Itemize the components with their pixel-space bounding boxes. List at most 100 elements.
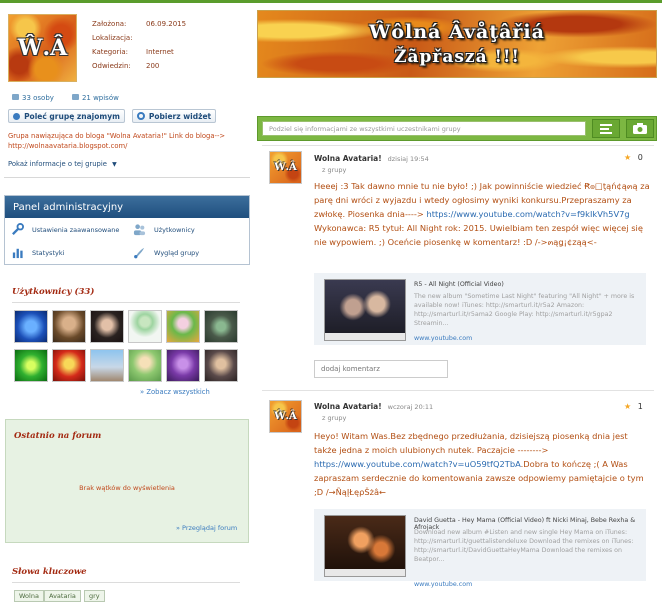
user-avatar[interactable] (204, 349, 238, 382)
admin-users[interactable]: Użytkownicy (127, 218, 249, 241)
admin-appearance-label: Wygląd grupy (154, 248, 200, 257)
user-avatar[interactable] (90, 310, 124, 343)
show-info-toggle[interactable]: Pokaż informacje o tej grupie ▼ (8, 160, 117, 168)
attach-list-button[interactable] (592, 119, 620, 138)
user-avatar[interactable] (128, 310, 162, 343)
post-rating[interactable]: ★ 0 (624, 153, 643, 162)
users-icon (133, 224, 146, 236)
admin-advanced-settings-label: Ustawienia zaawansowane (32, 225, 120, 234)
group-info: Założona: 06.09.2015 Lokalizacja: Kategor… (92, 17, 252, 73)
user-avatar[interactable] (166, 349, 200, 382)
post-rating[interactable]: ★ 1 (624, 402, 643, 411)
post-author-name: Wolna Avataria! (314, 402, 382, 411)
divider (262, 390, 654, 391)
forum-section-title: Ostatnio na forum (14, 431, 102, 441)
post-rating-count: 1 (637, 402, 643, 411)
admin-statistics-label: Statystyki (32, 248, 65, 257)
group-banner: Ŵôlná Âvåţâřiá Žãpřaszá !!! (257, 10, 657, 78)
banner-title-line1: Ŵôlná Âvåţâřiá (369, 21, 545, 43)
see-all-users-link[interactable]: » Zobacz wszystkich (140, 388, 210, 396)
recommend-group-button[interactable]: Poleć grupę znajomym (8, 109, 125, 123)
video-description: The new album "Sometime Last Night" feat… (414, 293, 635, 327)
keyword-tag[interactable]: gry (84, 590, 105, 602)
group-avatar-text: Ŵ.Â (17, 35, 68, 61)
video-title[interactable]: R5 - All Night (Official Video) (414, 281, 504, 288)
show-info-label: Pokaż informacje o tej grupie (8, 160, 107, 168)
wrench-icon (12, 223, 24, 235)
admin-panel-title: Panel administracyjny (5, 196, 249, 218)
browse-forum-link[interactable]: » Przeglądaj forum (176, 524, 237, 532)
group-description-text: Grupa nawiązująca do bloga "Wolna Avatar… (8, 132, 226, 140)
user-avatar[interactable] (14, 349, 48, 382)
post-author-avatar[interactable]: Ŵ.Â (269, 400, 302, 433)
post-group-label: z grupy (322, 166, 347, 174)
video-source[interactable]: www.youtube.com (414, 335, 472, 342)
admin-statistics[interactable]: Statystyki (5, 241, 127, 264)
bar-chart-icon (12, 248, 23, 259)
post-author-avatar[interactable]: Ŵ.Â (269, 151, 302, 184)
info-label-category: Kategoria: (92, 48, 129, 56)
post-date: dzisiaj 19:54 (387, 155, 429, 163)
keyword-tag[interactable]: Avataria (44, 590, 81, 602)
comment-input[interactable]: dodaj komentarz (314, 360, 448, 378)
post-group-label: z grupy (322, 414, 347, 422)
user-avatar[interactable] (128, 349, 162, 382)
divider (4, 177, 250, 178)
post-text: Heyo! Witam Was.Bez zbędnego przedłużani… (314, 429, 650, 499)
info-value-visits: 200 (146, 62, 160, 70)
camera-icon (633, 123, 647, 134)
gear-icon (136, 112, 145, 120)
post-author[interactable]: Wolna Avataria! dzisiaj 19:54 (314, 154, 429, 163)
user-avatar[interactable] (52, 310, 86, 343)
post-author-name: Wolna Avataria! (314, 154, 382, 163)
get-widget-label: Pobierz widżet (148, 111, 212, 121)
admin-appearance[interactable]: Wygląd grupy (127, 241, 249, 264)
video-player-bar (325, 333, 405, 340)
caret-down-icon: ▼ (112, 161, 117, 168)
post-author-avatar-text: Ŵ.Â (274, 411, 297, 422)
keywords-section-title: Słowa kluczowe (12, 567, 87, 577)
posts-count[interactable]: 21 wpisów (71, 94, 119, 102)
user-avatar[interactable] (90, 349, 124, 382)
admin-advanced-settings[interactable]: Ustawienia zaawansowane (5, 218, 127, 241)
post-author[interactable]: Wolna Avataria! wczoraj 20:11 (314, 402, 433, 411)
post-rating-count: 0 (637, 153, 643, 162)
video-source[interactable]: www.youtube.com (414, 581, 472, 588)
post-text: Heeej :3 Tak dawno mnie tu nie było! ;) … (314, 179, 650, 249)
group-description: Grupa nawiązująca do bloga "Wolna Avatar… (8, 131, 248, 151)
user-avatar[interactable] (166, 310, 200, 343)
people-icon (12, 94, 19, 100)
divider (262, 145, 654, 146)
posts-icon (71, 94, 79, 100)
star-icon: ★ (624, 402, 632, 411)
info-label-founded: Założona: (92, 20, 127, 28)
members-count[interactable]: 33 osoby (12, 94, 54, 102)
divider (12, 582, 240, 583)
posts-count-label: 21 wpisów (81, 94, 119, 102)
keyword-tag[interactable]: Wolna (14, 590, 44, 602)
user-avatar[interactable] (14, 310, 48, 343)
get-widget-button[interactable]: Pobierz widżet (132, 109, 216, 123)
post-text-before: Heyo! Witam Was.Bez zbędnego przedłużani… (314, 431, 628, 455)
forum-empty-message: Brak wątków do wyświetlenia (79, 484, 175, 492)
info-value-founded: 06.09.2015 (146, 20, 187, 28)
admin-panel: Panel administracyjny Ustawienia zaawans… (4, 195, 250, 265)
post-input[interactable]: Podziel się informacjami ze wszystkimi u… (262, 121, 586, 136)
users-section-title: Użytkownicy (33) (12, 287, 95, 297)
blog-link[interactable]: http://wolnaavataria.blogspot.com/ (8, 141, 248, 151)
post-date: wczoraj 20:11 (387, 403, 434, 411)
brush-icon (134, 247, 145, 259)
list-icon (600, 123, 612, 134)
video-thumbnail[interactable] (324, 279, 406, 341)
user-avatar[interactable] (204, 310, 238, 343)
top-accent-line (0, 0, 662, 3)
post-youtube-link[interactable]: https://www.youtube.com/watch?v=f9kIkVh5… (427, 209, 630, 219)
post-youtube-link[interactable]: https://www.youtube.com/watch?v=uO59tfQ2… (314, 459, 521, 469)
user-avatar[interactable] (52, 349, 86, 382)
info-label-visits: Odwiedzin: (92, 62, 131, 70)
attach-photo-button[interactable] (626, 119, 654, 138)
star-icon: ★ (624, 153, 632, 162)
video-thumbnail[interactable] (324, 515, 406, 577)
group-avatar[interactable]: Ŵ.Â (8, 14, 77, 82)
info-value-category[interactable]: Internet (146, 48, 174, 56)
